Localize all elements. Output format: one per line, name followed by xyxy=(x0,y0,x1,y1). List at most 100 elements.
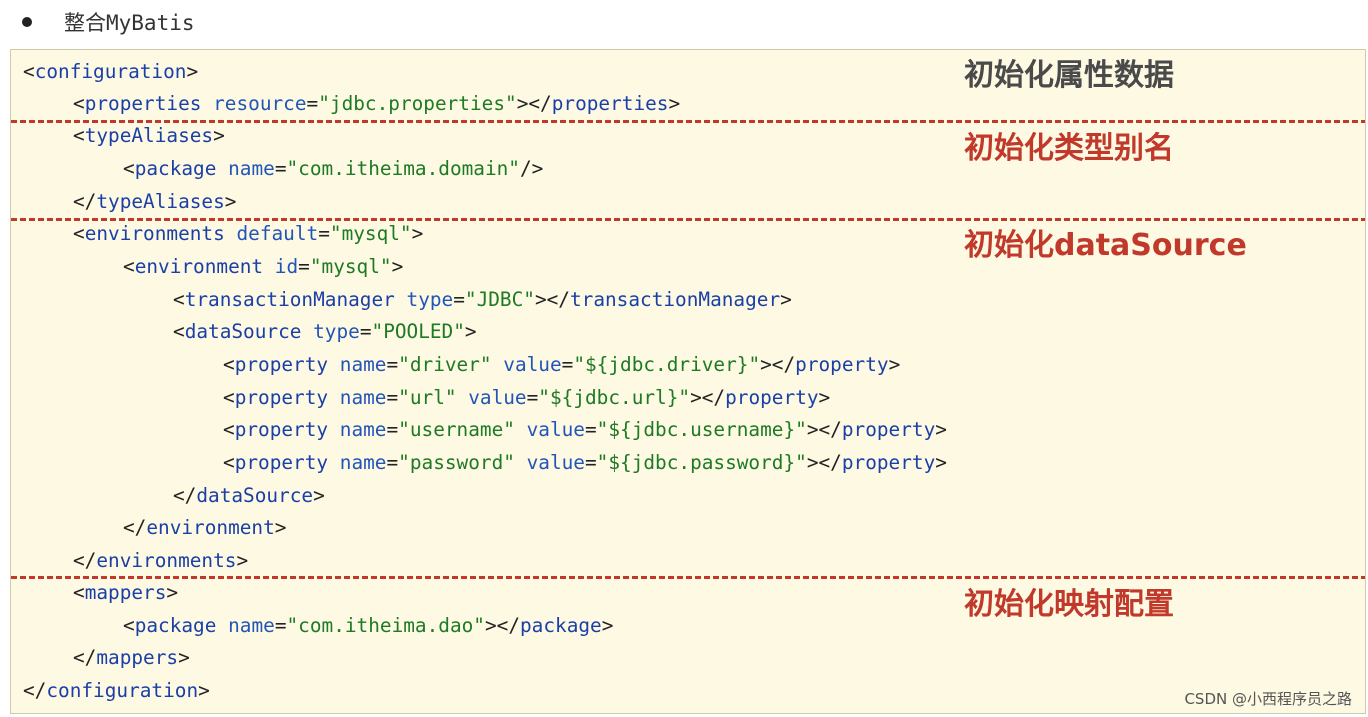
code-attribute: value xyxy=(503,353,562,376)
code-attribute: type xyxy=(313,320,360,343)
code-tag: property xyxy=(234,353,329,376)
code-punctuation: > xyxy=(464,320,477,343)
code-tag: dataSource xyxy=(196,484,314,507)
code-attribute: name xyxy=(339,353,387,376)
code-punctuation xyxy=(515,418,527,441)
code-punctuation: ></ xyxy=(534,288,570,311)
section-heading: 整合MyBatis xyxy=(22,6,195,38)
code-line: </environments> xyxy=(73,545,248,577)
code-punctuation xyxy=(328,451,340,474)
heading-text: 整合MyBatis xyxy=(64,11,195,35)
code-punctuation: < xyxy=(173,320,185,343)
code-punctuation: </ xyxy=(73,190,97,213)
code-punctuation: > xyxy=(213,124,225,147)
code-line: <environment id="mysql"> xyxy=(123,251,403,283)
code-value: "POOLED" xyxy=(371,320,465,343)
code-line: </typeAliases> xyxy=(73,186,236,218)
code-value: "jdbc.properties" xyxy=(318,92,517,115)
code-line: <mappers> xyxy=(73,577,178,609)
code-punctuation: < xyxy=(223,353,235,376)
code-tag: property xyxy=(841,418,936,441)
code-attribute: value xyxy=(468,386,527,409)
code-punctuation: > xyxy=(198,679,210,702)
code-attribute: id xyxy=(274,255,299,278)
code-punctuation xyxy=(328,353,340,376)
code-punctuation: < xyxy=(73,581,85,604)
code-punctuation: > xyxy=(780,288,792,311)
code-punctuation: < xyxy=(123,157,135,180)
code-punctuation: > xyxy=(668,92,681,115)
code-tag: property xyxy=(725,386,819,409)
code-punctuation: < xyxy=(223,451,235,474)
code-line: <typeAliases> xyxy=(73,120,225,152)
code-punctuation xyxy=(457,386,469,409)
code-punctuation xyxy=(395,288,407,311)
code-tag: property xyxy=(841,451,936,474)
code-value: "driver" xyxy=(398,353,492,376)
code-punctuation xyxy=(301,320,313,343)
code-line: </configuration> xyxy=(23,675,210,707)
code-punctuation: > xyxy=(935,418,947,441)
code-tag: typeAliases xyxy=(84,124,214,147)
code-punctuation: ></ xyxy=(806,418,842,441)
code-punctuation: > xyxy=(166,581,179,604)
code-value: "${jdbc.driver}" xyxy=(573,353,761,376)
code-punctuation xyxy=(328,386,340,409)
code-punctuation: = xyxy=(453,288,465,311)
label-properties: 初始化属性数据 xyxy=(964,58,1174,93)
code-line: </mappers> xyxy=(73,642,190,674)
code-punctuation: < xyxy=(23,60,35,83)
code-attribute: resource xyxy=(213,92,307,115)
code-attribute: type xyxy=(406,288,454,311)
code-punctuation xyxy=(216,157,228,180)
code-punctuation: = xyxy=(274,157,287,180)
code-punctuation: < xyxy=(223,386,235,409)
code-attribute: name xyxy=(228,157,275,180)
code-punctuation: = xyxy=(386,418,399,441)
code-tag: property xyxy=(234,451,329,474)
code-value: "com.itheima.dao" xyxy=(286,614,485,637)
code-tag: mappers xyxy=(96,646,179,669)
code-punctuation: < xyxy=(173,288,185,311)
code-tag: properties xyxy=(84,92,202,115)
code-tag: configuration xyxy=(46,679,199,702)
bullet-icon xyxy=(22,17,32,27)
code-punctuation: < xyxy=(223,418,235,441)
code-tag: dataSource xyxy=(184,320,302,343)
code-punctuation: > xyxy=(411,222,424,245)
code-attribute: name xyxy=(339,451,387,474)
code-punctuation xyxy=(492,353,504,376)
code-tag: package xyxy=(134,157,217,180)
code-line: <property name="password" value="${jdbc.… xyxy=(223,447,947,479)
code-line: <configuration> xyxy=(23,56,198,88)
code-punctuation: = xyxy=(561,353,574,376)
code-punctuation: ></ xyxy=(484,614,520,637)
code-attribute: name xyxy=(228,614,275,637)
code-line: <property name="url" value="${jdbc.url}"… xyxy=(223,382,830,414)
code-tag: package xyxy=(520,614,602,637)
code-punctuation: < xyxy=(73,222,85,245)
code-attribute: name xyxy=(339,386,387,409)
code-punctuation: = xyxy=(306,92,319,115)
code-tag: environment xyxy=(146,516,275,539)
code-punctuation: ></ xyxy=(516,92,552,115)
code-line: <environments default="mysql"> xyxy=(73,218,423,250)
code-tag: transactionManager xyxy=(184,288,395,311)
code-value: "JDBC" xyxy=(464,288,535,311)
code-tag: configuration xyxy=(34,60,187,83)
code-punctuation xyxy=(263,255,275,278)
code-tag: environments xyxy=(96,549,237,572)
code-punctuation: </ xyxy=(23,679,47,702)
code-value: "${jdbc.url}" xyxy=(538,386,691,409)
code-punctuation: > xyxy=(274,516,287,539)
code-punctuation: > xyxy=(935,451,947,474)
code-value: "com.itheima.domain" xyxy=(286,157,520,180)
code-punctuation: = xyxy=(298,255,310,278)
code-punctuation: = xyxy=(318,222,330,245)
code-tag: package xyxy=(134,614,217,637)
code-line: <property name="driver" value="${jdbc.dr… xyxy=(223,349,900,381)
label-datasource: 初始化dataSource xyxy=(964,228,1247,263)
code-punctuation xyxy=(515,451,527,474)
code-tag: property xyxy=(234,418,329,441)
code-punctuation: </ xyxy=(73,646,97,669)
